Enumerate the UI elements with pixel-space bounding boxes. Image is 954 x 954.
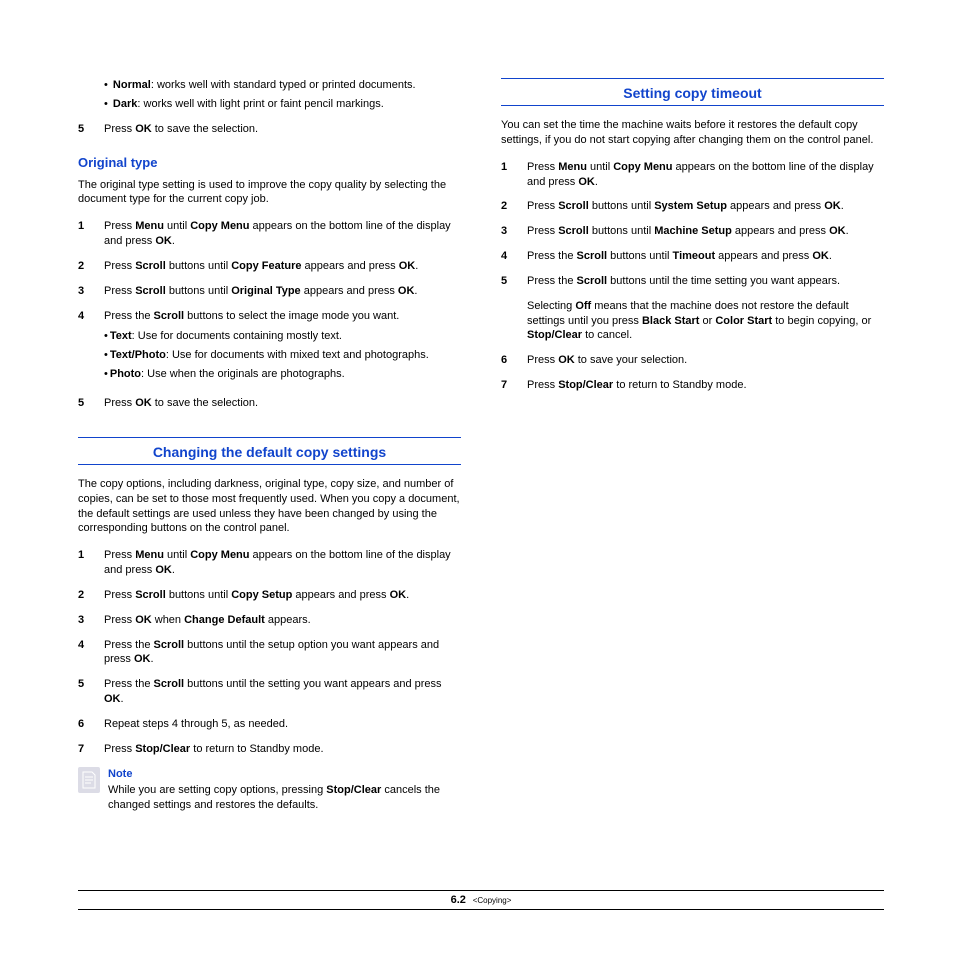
to-step-5: 5 Press the Scroll buttons until the tim… — [501, 274, 884, 343]
ot-step-1: 1 Press Menu until Copy Menu appears on … — [78, 219, 461, 249]
ch-step-5: 5 Press the Scroll buttons until the set… — [78, 677, 461, 707]
footer: 6.2 <Copying> — [78, 890, 884, 910]
to-step-1: 1 Press Menu until Copy Menu appears on … — [501, 160, 884, 190]
columns: Normal: works well with standard typed o… — [78, 78, 884, 813]
ch-step-6: 6Repeat steps 4 through 5, as needed. — [78, 717, 461, 732]
ch-step-2: 2 Press Scroll buttons until Copy Setup … — [78, 588, 461, 603]
ch-step-1: 1 Press Menu until Copy Menu appears on … — [78, 548, 461, 578]
to-step-6: 6 Press OK to save your selection. — [501, 353, 884, 368]
to-step-7: 7 Press Stop/Clear to return to Standby … — [501, 378, 884, 393]
heading-changing-defaults: Changing the default copy settings — [78, 437, 461, 465]
ot-step-4: 4 Press the Scroll buttons to select the… — [78, 309, 461, 386]
left-column: Normal: works well with standard typed o… — [78, 78, 461, 813]
changing-intro: The copy options, including darkness, or… — [78, 477, 461, 536]
right-column: Setting copy timeout You can set the tim… — [501, 78, 884, 813]
bullet-normal: Normal: works well with standard typed o… — [104, 78, 461, 93]
heading-setting-timeout: Setting copy timeout — [501, 78, 884, 106]
to-step-5-extra: Selecting Off means that the machine doe… — [527, 299, 884, 344]
bullet-dark: Dark: works well with light print or fai… — [104, 97, 461, 112]
original-type-intro: The original type setting is used to imp… — [78, 178, 461, 208]
timeout-intro: You can set the time the machine waits b… — [501, 118, 884, 148]
ch-step-7: 7 Press Stop/Clear to return to Standby … — [78, 742, 461, 757]
ch-step-3: 3 Press OK when Change Default appears. — [78, 613, 461, 628]
ch-step-4: 4 Press the Scroll buttons until the set… — [78, 638, 461, 668]
ot-step-3: 3 Press Scroll buttons until Original Ty… — [78, 284, 461, 299]
ot-step-5: 5 Press OK to save the selection. — [78, 396, 461, 411]
bullet-text-photo: Text/Photo: Use for documents with mixed… — [104, 348, 461, 363]
note: Note While you are setting copy options,… — [78, 767, 461, 814]
to-step-3: 3 Press Scroll buttons until Machine Set… — [501, 224, 884, 239]
heading-original-type: Original type — [78, 155, 461, 170]
footer-section: <Copying> — [473, 896, 512, 905]
note-icon — [78, 767, 100, 793]
ot-step-2: 2 Press Scroll buttons until Copy Featur… — [78, 259, 461, 274]
bullet-text: Text: Use for documents containing mostl… — [104, 329, 461, 344]
to-step-4: 4 Press the Scroll buttons until Timeout… — [501, 249, 884, 264]
page: Normal: works well with standard typed o… — [0, 0, 954, 954]
bullet-photo: Photo: Use when the originals are photog… — [104, 367, 461, 382]
to-step-2: 2 Press Scroll buttons until System Setu… — [501, 199, 884, 214]
step-5: 5 Press OK to save the selection. — [78, 122, 461, 137]
note-label: Note — [108, 767, 461, 782]
footer-page: .2 — [457, 894, 466, 906]
